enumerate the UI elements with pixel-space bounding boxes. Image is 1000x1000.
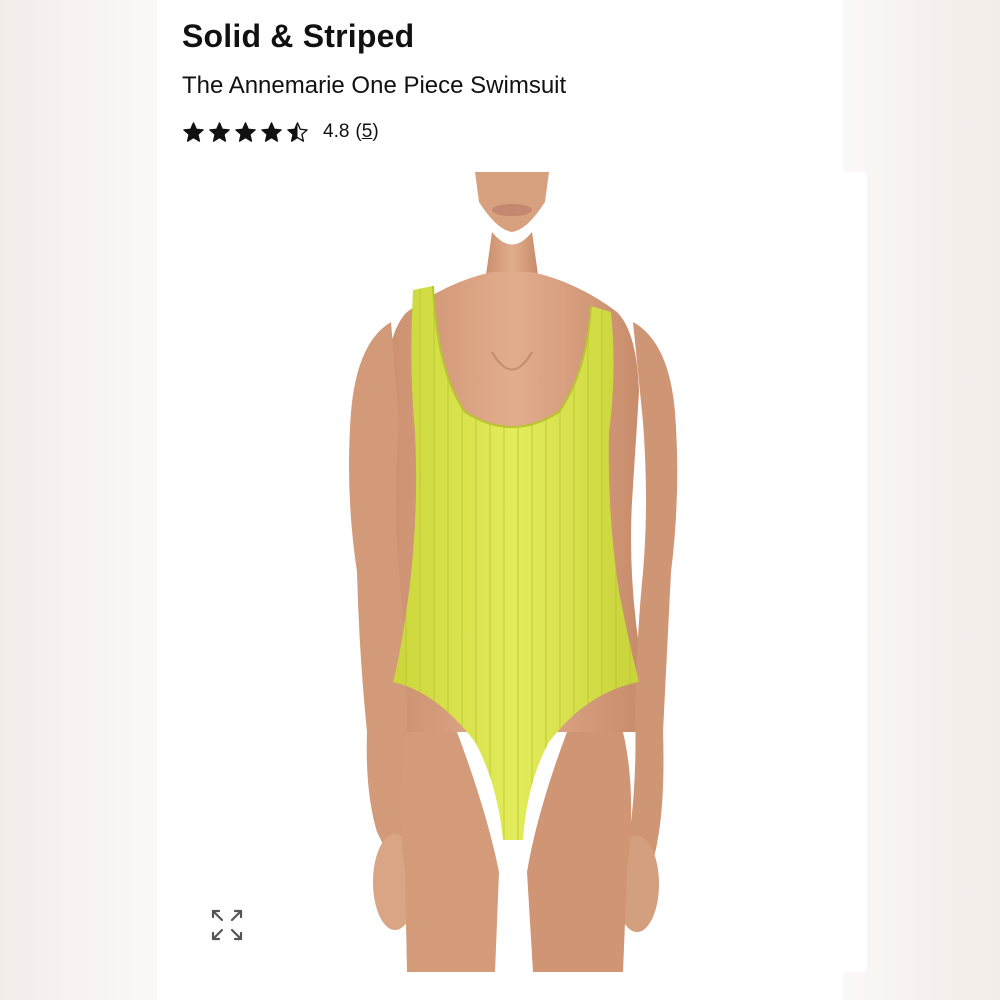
product-card: Solid & Striped The Annemarie One Piece …: [157, 0, 867, 1000]
star-rating: [182, 121, 309, 144]
rating-value: 4.8: [323, 121, 350, 142]
review-count[interactable]: 5: [362, 121, 373, 142]
review-count-link[interactable]: (5): [355, 121, 378, 143]
star-full-icon: [235, 121, 256, 142]
brand-name[interactable]: Solid & Striped: [182, 18, 414, 55]
star-full-icon: [261, 121, 282, 142]
swimsuit-model-photo: [349, 172, 678, 972]
expand-image-button[interactable]: [207, 905, 247, 945]
expand-arrows-icon: [211, 909, 243, 941]
star-full-icon: [183, 121, 204, 142]
product-title: The Annemarie One Piece Swimsuit: [182, 72, 567, 99]
star-half-icon: [287, 121, 308, 142]
rating-row[interactable]: 4.8 (5): [182, 117, 379, 147]
product-image[interactable]: [287, 172, 867, 972]
star-full-icon: [209, 121, 230, 142]
